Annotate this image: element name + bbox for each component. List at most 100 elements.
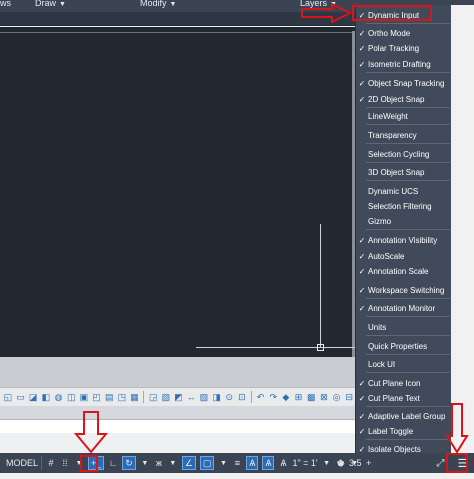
window-bottom-band bbox=[0, 473, 474, 479]
menu-item-lineweight[interactable]: LineWeight bbox=[356, 108, 452, 124]
menu-item-workspace-switching[interactable]: ✓ Workspace Switching bbox=[356, 282, 452, 298]
toolbar-icon[interactable]: ▨ bbox=[198, 391, 210, 404]
menu-item-adaptive-label-group[interactable]: ✓ Adaptive Label Group bbox=[356, 408, 452, 424]
toolbar-icon[interactable]: ◳ bbox=[116, 391, 128, 404]
menu-item-dynamic-ucs[interactable]: Dynamic UCS bbox=[356, 183, 452, 199]
menu-item-ortho-mode[interactable]: ✓ Ortho Mode bbox=[356, 25, 452, 41]
redo-icon[interactable]: ↷ bbox=[267, 391, 279, 404]
model-space-button[interactable]: MODEL bbox=[3, 456, 43, 470]
toolbar-icon[interactable]: ◱ bbox=[2, 391, 14, 404]
checkmark-icon: ✓ bbox=[358, 43, 366, 53]
snap-mode-icon[interactable]: ⁞⁞ bbox=[60, 456, 70, 470]
chevron-down-icon: ▼ bbox=[59, 1, 66, 8]
toolbar-icon[interactable]: ▣ bbox=[78, 391, 90, 404]
menu-item-label: Quick Properties bbox=[368, 341, 428, 351]
command-input-line[interactable] bbox=[0, 420, 355, 433]
toolbar-icon[interactable]: ▩ bbox=[305, 391, 317, 404]
menu-item-cut-plane-icon[interactable]: ✓ Cut Plane Icon bbox=[356, 375, 452, 391]
menu-item-label: Selection Filtering bbox=[368, 201, 432, 211]
toolbar-icon[interactable]: ▧ bbox=[160, 391, 172, 404]
menu-item-annotation-scale[interactable]: ✓ Annotation Scale bbox=[356, 263, 452, 279]
drawing-canvas[interactable] bbox=[0, 27, 355, 357]
menu-separator bbox=[366, 162, 450, 163]
chevron-down-icon[interactable]: ▼ bbox=[140, 456, 150, 470]
toolbar-icon[interactable]: ◨ bbox=[211, 391, 223, 404]
object-snap-tracking-icon[interactable]: ∠ bbox=[181, 456, 196, 470]
menu-item-autoscale[interactable]: ✓ AutoScale bbox=[356, 248, 452, 264]
annotation-scale-icon[interactable]: Ѧ bbox=[278, 456, 288, 470]
menu-item-gizmo[interactable]: Gizmo bbox=[356, 213, 452, 229]
ribbon-panel-draw[interactable]: Draw ▼ bbox=[35, 0, 66, 8]
menu-item-3d-object-snap[interactable]: 3D Object Snap bbox=[356, 164, 452, 180]
toolbar-icon[interactable]: ⊠ bbox=[318, 391, 330, 404]
annotation-scale-selector[interactable]: 1" = 1' bbox=[292, 456, 317, 470]
toolbar-icon[interactable]: ◩ bbox=[173, 391, 185, 404]
lineweight-icon[interactable]: ≡ bbox=[232, 456, 242, 470]
checkmark-icon: ✓ bbox=[358, 94, 366, 104]
toolbar-icon[interactable]: ◪ bbox=[27, 391, 39, 404]
isolate-objects-icon[interactable]: ◈ bbox=[336, 456, 346, 470]
chevron-down-icon[interactable]: ▼ bbox=[168, 456, 178, 470]
toolbar-icon[interactable]: ⊙ bbox=[223, 391, 235, 404]
menu-item-label-toggle[interactable]: ✓ Label Toggle bbox=[356, 423, 452, 439]
checkmark-icon: ✓ bbox=[358, 444, 366, 454]
menu-item-isometric-drafting[interactable]: ✓ Isometric Drafting bbox=[356, 56, 452, 72]
toolbar-icon[interactable]: ◲ bbox=[147, 391, 159, 404]
checkmark-icon: ✓ bbox=[358, 28, 366, 38]
toolbar-icon[interactable]: ⊟ bbox=[343, 391, 355, 404]
autoscale-icon[interactable]: Ѧ bbox=[262, 456, 275, 470]
viewport-border bbox=[0, 32, 355, 33]
toolbar-icon[interactable]: ◧ bbox=[40, 391, 52, 404]
right-edge bbox=[451, 5, 474, 453]
toolbar-separator bbox=[250, 391, 252, 403]
menu-item-selection-filtering[interactable]: Selection Filtering bbox=[356, 198, 452, 214]
menu-item-cut-plane-text[interactable]: ✓ Cut Plane Text bbox=[356, 390, 452, 406]
menu-item-quick-properties[interactable]: Quick Properties bbox=[356, 338, 452, 354]
toolbar-icon[interactable]: ⊞ bbox=[293, 391, 305, 404]
menu-separator bbox=[366, 143, 450, 144]
menu-item-object-snap-tracking[interactable]: ✓ Object Snap Tracking bbox=[356, 75, 452, 91]
toolbar-icon[interactable]: ▭ bbox=[15, 391, 27, 404]
menu-separator bbox=[366, 180, 450, 181]
menu-item-label: LineWeight bbox=[368, 111, 408, 121]
menu-item-2d-object-snap[interactable]: ✓ 2D Object Snap bbox=[356, 91, 452, 107]
checkmark-icon: ✓ bbox=[358, 378, 366, 388]
polar-tracking-icon[interactable]: ↻ bbox=[122, 456, 136, 470]
menu-item-label: Selection Cycling bbox=[368, 149, 430, 159]
toolbar-icon[interactable]: ◫ bbox=[65, 391, 77, 404]
chevron-down-icon[interactable]: ▼ bbox=[218, 456, 228, 470]
menu-item-transparency[interactable]: Transparency bbox=[356, 127, 452, 143]
toolbar-icon[interactable]: ⊡ bbox=[236, 391, 248, 404]
toolbar-icon[interactable]: ▦ bbox=[129, 391, 141, 404]
ribbon-panel-modify[interactable]: Modify ▼ bbox=[140, 0, 176, 8]
menu-item-label: Annotation Monitor bbox=[368, 303, 436, 313]
chevron-down-icon[interactable]: ▼ bbox=[322, 456, 332, 470]
ortho-mode-icon[interactable]: ∟ bbox=[108, 456, 118, 470]
checkmark-icon: ✓ bbox=[358, 78, 366, 88]
fullscreen-icon[interactable]: ⤢ bbox=[437, 458, 445, 469]
menu-item-label: 3D Object Snap bbox=[368, 167, 425, 177]
grid-icon[interactable]: # bbox=[46, 456, 56, 470]
toolbar-icon[interactable]: ◆ bbox=[280, 391, 292, 404]
checkmark-icon: ✓ bbox=[358, 426, 366, 436]
menu-item-polar-tracking[interactable]: ✓ Polar Tracking bbox=[356, 40, 452, 56]
menu-item-lock-ui[interactable]: Lock UI bbox=[356, 356, 452, 372]
globe-icon[interactable]: ◍ bbox=[53, 391, 65, 404]
command-window[interactable] bbox=[0, 357, 355, 387]
toolbar-icon[interactable]: ◰ bbox=[91, 391, 103, 404]
toolbar-icon[interactable]: ↔ bbox=[185, 391, 197, 404]
menu-item-annotation-visibility[interactable]: ✓ Annotation Visibility bbox=[356, 232, 452, 248]
ribbon-panel-views[interactable]: ws bbox=[0, 0, 11, 8]
crosshair-vertical bbox=[320, 224, 321, 347]
menu-item-selection-cycling[interactable]: Selection Cycling bbox=[356, 146, 452, 162]
toolbar-icon[interactable]: ▤ bbox=[103, 391, 115, 404]
isometric-drafting-icon[interactable]: ж bbox=[154, 456, 164, 470]
undo-icon[interactable]: ↶ bbox=[255, 391, 267, 404]
annotation-visibility-icon[interactable]: Ѧ bbox=[246, 456, 259, 470]
object-snap-icon[interactable]: ▢ bbox=[199, 456, 215, 470]
toolbar-icon[interactable]: ◎ bbox=[331, 391, 343, 404]
menu-separator bbox=[366, 372, 450, 373]
menu-item-units[interactable]: Units bbox=[356, 319, 452, 335]
menu-item-label: AutoScale bbox=[368, 251, 405, 261]
menu-item-annotation-monitor[interactable]: ✓ Annotation Monitor bbox=[356, 300, 452, 316]
